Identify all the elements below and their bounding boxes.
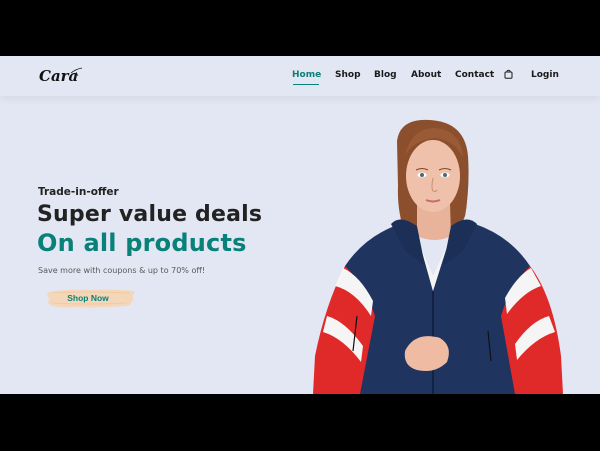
shop-now-label: Shop Now <box>67 293 109 303</box>
nav-blog[interactable]: Blog <box>374 70 397 80</box>
letterbox-bottom <box>0 394 600 451</box>
nav-about[interactable]: About <box>411 70 441 80</box>
shop-now-button[interactable]: Shop Now <box>45 287 137 309</box>
cara-logo[interactable]: Cara <box>38 62 86 90</box>
nav-shop[interactable]: Shop <box>335 70 361 80</box>
letterbox-top <box>0 0 600 56</box>
shopping-bag-icon[interactable] <box>504 69 513 79</box>
hero-model-image <box>305 116 570 394</box>
svg-text:Cara: Cara <box>39 67 78 85</box>
nav-login[interactable]: Login <box>531 70 559 80</box>
nav-contact[interactable]: Contact <box>455 70 494 80</box>
hero-heading-primary: Super value deals <box>37 202 263 227</box>
cara-logo-icon: Cara <box>39 67 83 85</box>
page: Cara Home Shop Blog About Contact Login … <box>0 56 600 394</box>
hero-description: Save more with coupons & up to 70% off! <box>38 266 206 275</box>
hero-subtitle: Trade-in-offer <box>38 186 119 198</box>
hero-heading-accent: On all products <box>37 229 247 257</box>
nav-home[interactable]: Home <box>292 70 321 85</box>
site-header: Cara Home Shop Blog About Contact Login <box>0 56 600 96</box>
